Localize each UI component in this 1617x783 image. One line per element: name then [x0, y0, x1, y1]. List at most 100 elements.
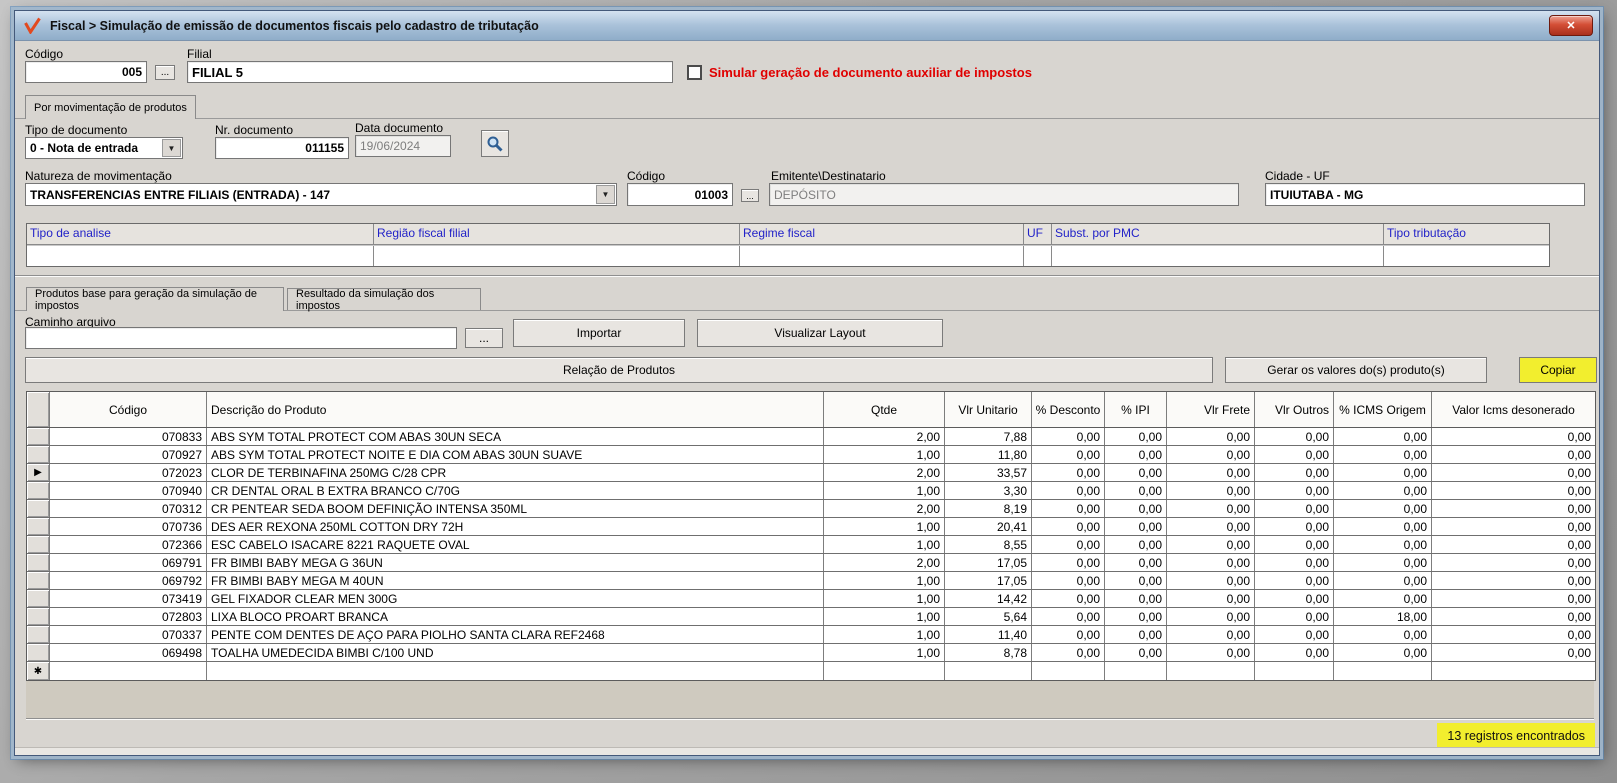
icms-origin-cell[interactable]: 0,00 [1334, 446, 1432, 463]
analysis-cell[interactable] [1052, 246, 1384, 266]
analysis-col-tipo-analise[interactable]: Tipo de analise [27, 224, 374, 244]
icms-origin-cell[interactable]: 0,00 [1334, 572, 1432, 589]
product-desc-cell[interactable]: CR DENTAL ORAL B EXTRA BRANCO C/70G [207, 482, 824, 499]
ipi-cell[interactable]: 0,00 [1105, 464, 1167, 481]
row-selector[interactable] [27, 518, 50, 535]
analysis-cell[interactable] [1384, 246, 1549, 266]
close-button[interactable]: ✕ [1549, 15, 1593, 36]
product-desc-cell[interactable] [207, 662, 824, 680]
discount-cell[interactable]: 0,00 [1032, 590, 1105, 607]
unit-price-cell[interactable]: 8,19 [945, 500, 1032, 517]
freight-cell[interactable]: 0,00 [1167, 572, 1255, 589]
table-row[interactable]: ✱ [27, 662, 1595, 680]
codigo-browse-button[interactable]: ... [155, 65, 175, 80]
others-cell[interactable]: 0,00 [1255, 464, 1334, 481]
gerar-valores-button[interactable]: Gerar os valores do(s) produto(s) [1225, 357, 1487, 383]
unit-price-cell[interactable] [945, 662, 1032, 680]
row-selector[interactable] [27, 626, 50, 643]
ipi-cell[interactable]: 0,00 [1105, 572, 1167, 589]
icms-exempt-cell[interactable]: 0,00 [1432, 590, 1595, 607]
icms-origin-cell[interactable]: 0,00 [1334, 500, 1432, 517]
col-vlr-unitario[interactable]: Vlr Unitario [945, 392, 1032, 427]
product-desc-cell[interactable]: TOALHA UMEDECIDA BIMBI C/100 UND [207, 644, 824, 661]
col-qtde[interactable]: Qtde [824, 392, 945, 427]
importar-button[interactable]: Importar [513, 319, 685, 347]
ipi-cell[interactable] [1105, 662, 1167, 680]
row-selector[interactable] [27, 572, 50, 589]
ipi-cell[interactable]: 0,00 [1105, 518, 1167, 535]
others-cell[interactable]: 0,00 [1255, 500, 1334, 517]
table-row[interactable]: 070927ABS SYM TOTAL PROTECT NOITE E DIA … [27, 446, 1595, 464]
natureza-select[interactable]: TRANSFERENCIAS ENTRE FILIAIS (ENTRADA) -… [25, 183, 617, 206]
ipi-cell[interactable]: 0,00 [1105, 626, 1167, 643]
table-row[interactable]: 070736DES AER REXONA 250ML COTTON DRY 72… [27, 518, 1595, 536]
ipi-cell[interactable]: 0,00 [1105, 554, 1167, 571]
unit-price-cell[interactable]: 5,64 [945, 608, 1032, 625]
unit-price-cell[interactable]: 7,88 [945, 428, 1032, 445]
row-selector[interactable] [27, 644, 50, 661]
icms-origin-cell[interactable]: 0,00 [1334, 536, 1432, 553]
qty-cell[interactable]: 2,00 [824, 500, 945, 517]
col-vlr-outros[interactable]: Vlr Outros [1255, 392, 1334, 427]
product-desc-cell[interactable]: FR BIMBI BABY MEGA M 40UN [207, 572, 824, 589]
ipi-cell[interactable]: 0,00 [1105, 536, 1167, 553]
data-documento-input[interactable]: 19/06/2024 [355, 135, 451, 157]
ipi-cell[interactable]: 0,00 [1105, 428, 1167, 445]
analysis-col-uf[interactable]: UF [1024, 224, 1052, 244]
ipi-cell[interactable]: 0,00 [1105, 500, 1167, 517]
unit-price-cell[interactable]: 11,80 [945, 446, 1032, 463]
product-desc-cell[interactable]: GEL FIXADOR CLEAR MEN 300G [207, 590, 824, 607]
freight-cell[interactable]: 0,00 [1167, 500, 1255, 517]
freight-cell[interactable]: 0,00 [1167, 608, 1255, 625]
col-vlr-frete[interactable]: Vlr Frete [1167, 392, 1255, 427]
freight-cell[interactable]: 0,00 [1167, 536, 1255, 553]
product-code-cell[interactable]: 070736 [50, 518, 207, 535]
others-cell[interactable] [1255, 662, 1334, 680]
icms-origin-cell[interactable]: 0,00 [1334, 464, 1432, 481]
ipi-cell[interactable]: 0,00 [1105, 644, 1167, 661]
qty-cell[interactable]: 1,00 [824, 608, 945, 625]
analysis-cell[interactable] [740, 246, 1024, 266]
col-icms-origem[interactable]: % ICMS Origem [1334, 392, 1432, 427]
row-selector[interactable] [27, 608, 50, 625]
discount-cell[interactable]: 0,00 [1032, 644, 1105, 661]
icms-exempt-cell[interactable]: 0,00 [1432, 554, 1595, 571]
emitente-input[interactable]: DEPÓSITO [769, 183, 1239, 206]
qty-cell[interactable]: 1,00 [824, 446, 945, 463]
icms-origin-cell[interactable]: 0,00 [1334, 554, 1432, 571]
relacao-produtos-bar[interactable]: Relação de Produtos [25, 357, 1213, 383]
product-code-cell[interactable]: 070927 [50, 446, 207, 463]
unit-price-cell[interactable]: 11,40 [945, 626, 1032, 643]
freight-cell[interactable]: 0,00 [1167, 446, 1255, 463]
product-desc-cell[interactable]: LIXA BLOCO PROART BRANCA [207, 608, 824, 625]
icms-origin-cell[interactable]: 0,00 [1334, 518, 1432, 535]
icms-origin-cell[interactable] [1334, 662, 1432, 680]
discount-cell[interactable]: 0,00 [1032, 536, 1105, 553]
product-code-cell[interactable]: 072803 [50, 608, 207, 625]
col-icms-desonerado[interactable]: Valor Icms desonerado [1432, 392, 1595, 427]
table-row[interactable]: ▶072023CLOR DE TERBINAFINA 250MG C/28 CP… [27, 464, 1595, 482]
row-selector[interactable] [27, 500, 50, 517]
product-desc-cell[interactable]: CLOR DE TERBINAFINA 250MG C/28 CPR [207, 464, 824, 481]
product-code-cell[interactable]: 072366 [50, 536, 207, 553]
table-row[interactable]: 072803LIXA BLOCO PROART BRANCA1,005,640,… [27, 608, 1595, 626]
others-cell[interactable]: 0,00 [1255, 536, 1334, 553]
tipo-documento-select[interactable]: 0 - Nota de entrada ▼ [25, 137, 183, 159]
chevron-down-icon[interactable]: ▼ [162, 139, 181, 157]
analysis-cell[interactable] [1024, 246, 1052, 266]
qty-cell[interactable]: 1,00 [824, 644, 945, 661]
table-row[interactable]: 070312CR PENTEAR SEDA BOOM DEFINIÇÃO INT… [27, 500, 1595, 518]
analysis-cell[interactable] [374, 246, 740, 266]
col-ipi[interactable]: % IPI [1105, 392, 1167, 427]
product-desc-cell[interactable]: ESC CABELO ISACARE 8221 RAQUETE OVAL [207, 536, 824, 553]
freight-cell[interactable]: 0,00 [1167, 482, 1255, 499]
product-code-cell[interactable]: 069791 [50, 554, 207, 571]
visualizar-layout-button[interactable]: Visualizar Layout [697, 319, 943, 347]
col-desconto[interactable]: % Desconto [1032, 392, 1105, 427]
icms-origin-cell[interactable]: 0,00 [1334, 482, 1432, 499]
freight-cell[interactable]: 0,00 [1167, 428, 1255, 445]
icms-exempt-cell[interactable]: 0,00 [1432, 500, 1595, 517]
discount-cell[interactable]: 0,00 [1032, 608, 1105, 625]
discount-cell[interactable]: 0,00 [1032, 572, 1105, 589]
unit-price-cell[interactable]: 14,42 [945, 590, 1032, 607]
